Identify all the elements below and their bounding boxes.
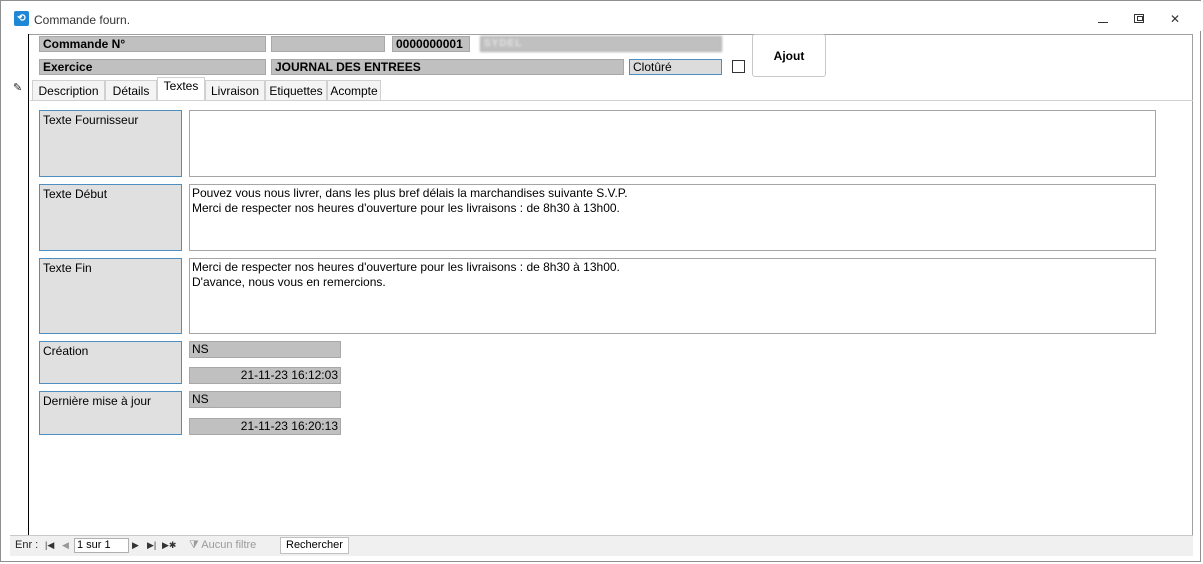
record-selector-strip [10, 34, 29, 554]
creation-date: 21-11-23 16:12:03 [189, 367, 341, 384]
commande-number[interactable]: 0000000001 [392, 36, 470, 52]
update-date: 21-11-23 16:20:13 [189, 418, 341, 435]
new-record-icon[interactable]: ▶✱ [162, 540, 176, 551]
record-navigation-bar: Enr : |◀ ◀ 1 sur 1 ▶ ▶| ▶✱ ⧩ Aucun filtr… [10, 535, 1193, 556]
last-record-icon[interactable]: ▶| [147, 540, 156, 551]
tab-textes[interactable]: Textes [157, 77, 205, 100]
search-box[interactable]: Rechercher [280, 537, 349, 554]
tab-description[interactable]: Description [32, 80, 105, 100]
title-bar: ⟲ Commande fourn. ✕ [1, 1, 1202, 31]
filter-label: Aucun filtre [201, 539, 257, 551]
commande-label: Commande N° [39, 36, 266, 52]
texte-fin-input[interactable]: Merci de respecter nos heures d'ouvertur… [189, 258, 1156, 334]
pencil-icon: ✎ [13, 82, 23, 94]
app-icon: ⟲ [14, 11, 29, 26]
tab-divider [30, 100, 1193, 101]
tab-etiquettes[interactable]: Etiquettes [265, 80, 327, 100]
enr-label: Enr : [15, 539, 39, 551]
creation-user: NS [189, 341, 341, 358]
texte-debut-input[interactable]: Pouvez vous nous livrer, dans les plus b… [189, 184, 1156, 251]
texte-fin-label: Texte Fin [39, 258, 182, 334]
cloture-label: Clotûré [629, 59, 722, 75]
tab-livraison[interactable]: Livraison [205, 80, 265, 100]
supplier-name[interactable]: SYDEL [480, 36, 722, 52]
texte-fournisseur-label: Texte Fournisseur [39, 110, 182, 177]
minimize-button[interactable] [1089, 9, 1117, 29]
window: ⟲ Commande fourn. ✕ ✎ Commande N° 000000… [0, 0, 1202, 562]
exercice-label: Exercice [39, 59, 266, 75]
journal-field[interactable]: JOURNAL DES ENTREES [271, 59, 624, 75]
creation-label: Création [39, 341, 182, 384]
first-record-icon[interactable]: |◀ [45, 540, 54, 551]
record-position-input[interactable]: 1 sur 1 [74, 538, 129, 553]
close-button[interactable]: ✕ [1161, 9, 1189, 29]
texte-debut-label: Texte Début [39, 184, 182, 251]
no-filter-icon: ⧩ [189, 539, 199, 551]
restore-icon [1134, 14, 1144, 23]
previous-record-icon[interactable]: ◀ [62, 540, 69, 551]
maximize-button[interactable] [1125, 9, 1153, 29]
minimize-icon [1098, 22, 1108, 24]
next-record-icon[interactable]: ▶ [132, 540, 139, 551]
filter-status[interactable]: ⧩ Aucun filtre [189, 539, 256, 552]
ajout-button[interactable]: Ajout [752, 34, 826, 77]
tab-details[interactable]: Détails [105, 80, 157, 100]
texte-fournisseur-input[interactable] [189, 110, 1156, 177]
update-user: NS [189, 391, 341, 408]
close-icon: ✕ [1169, 12, 1181, 26]
window-title: Commande fourn. [34, 13, 131, 27]
tab-acompte[interactable]: Acompte [327, 80, 381, 100]
cloture-checkbox[interactable] [732, 60, 745, 73]
update-label: Dernière mise à jour [39, 391, 182, 435]
commande-field-2[interactable] [271, 36, 385, 52]
